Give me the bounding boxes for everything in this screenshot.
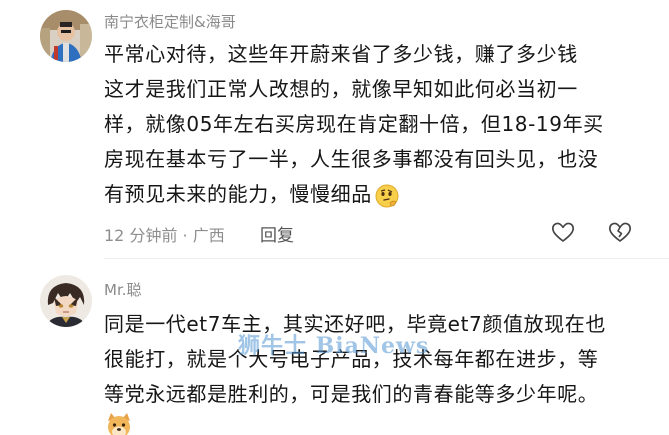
comment-line: 这才是我们正常人改想的，就像早知如此何必当初一: [104, 77, 578, 101]
comment-line: 平常心对待，这些年开蔚来省了多少钱，赚了多少钱: [104, 42, 578, 66]
comment-line: 同是一代et7车主，其实还好吧，毕竟et7颜值放现在也: [104, 312, 606, 336]
comment-body: 平常心对待，这些年开蔚来省了多少钱，赚了多少钱 这才是我们正常人改想的，就像早知…: [104, 37, 624, 212]
comment-line: 房现在基本亏了一半，人生很多事都没有回头见，也没: [104, 147, 599, 171]
user-avatar[interactable]: [40, 10, 92, 62]
comment-line: 等党永远都是胜利的，可是我们的青春能等多少年呢。: [104, 382, 599, 406]
comment-line: 很能打，就是个大号电子产品，技术每年都在进步，等: [104, 347, 599, 371]
avatar-photo: [40, 10, 92, 62]
heart-outline-icon[interactable]: [550, 219, 576, 245]
comment-username[interactable]: 南宁衣柜定制&海哥: [104, 11, 236, 32]
anime-avatar[interactable]: [40, 275, 92, 327]
dog-emoji-icon: [104, 411, 134, 435]
comment-username[interactable]: Mr.聪: [104, 279, 142, 300]
comment-line: 样，就像05年左右买房现在肯定翻十倍，但18-19年买: [104, 112, 604, 136]
comment-meta: 12 分钟前 · 广西: [104, 226, 225, 245]
comment-thread: 南宁衣柜定制&海哥 平常心对待，这些年开蔚来省了多少钱，赚了多少钱 这才是我们正…: [0, 0, 669, 435]
reply-button[interactable]: 回复: [260, 221, 294, 246]
comment-line-last: 有预见未来的能力，慢慢细品: [104, 177, 624, 212]
thinking-emoji-icon: [374, 183, 400, 209]
comment-item: 南宁衣柜定制&海哥 平常心对待，这些年开蔚来省了多少钱，赚了多少钱 这才是我们正…: [0, 0, 669, 255]
comment-body: 同是一代et7车主，其实还好吧，毕竟et7颜值放现在也 很能打，就是个大号电子产…: [104, 307, 624, 412]
comment-divider: [104, 258, 669, 259]
avatar-illustration: [40, 275, 92, 327]
broken-heart-icon[interactable]: [607, 219, 633, 245]
comment-item: Mr.聪 同是一代et7车主，其实还好吧，毕竟et7颜值放现在也 很能打，就是个…: [0, 265, 669, 435]
comment-line: 有预见未来的能力，慢慢细品: [104, 182, 372, 206]
